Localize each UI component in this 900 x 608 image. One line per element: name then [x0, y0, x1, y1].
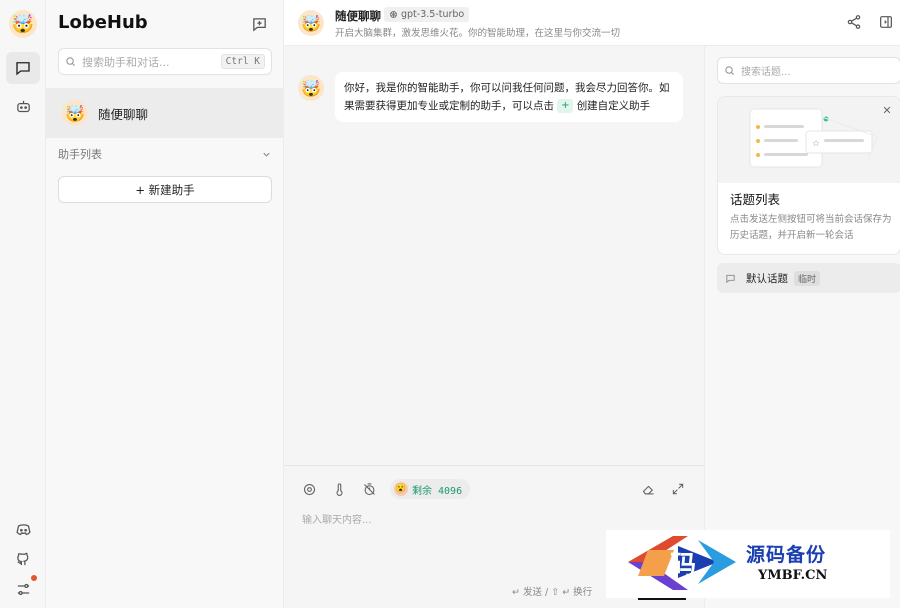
search-shortcut: Ctrl K: [220, 54, 265, 69]
openai-icon: [390, 11, 397, 18]
watermark-logo-char: 码: [670, 551, 696, 581]
topic-name: 默认话题: [746, 272, 788, 285]
search-icon: [66, 57, 76, 67]
model-settings-button[interactable]: [300, 480, 318, 498]
search-placeholder: 搜索助手和对话...: [82, 55, 170, 69]
expand-button[interactable]: [669, 480, 687, 498]
plus-inline-icon: +: [557, 99, 574, 113]
settings-icon: [17, 583, 29, 595]
timer-off-icon: [363, 482, 375, 495]
message-emoji: 🤯: [301, 78, 321, 98]
discord-icon: [15, 523, 31, 535]
chat-icon: [16, 62, 30, 76]
close-icon: [883, 106, 891, 114]
topic-search-input[interactable]: 搜索话题...: [717, 57, 900, 84]
bot-icon: [16, 100, 30, 112]
session-name: 随便聊聊: [98, 106, 149, 122]
brand-logo: LobeHub: [58, 12, 148, 33]
topic-message-icon: [726, 274, 735, 283]
session-avatar: 🤯: [62, 100, 88, 126]
create-assistant-button[interactable]: + 新建助手: [58, 176, 272, 203]
message-line-1: 你好，我是你的智能助手，你可以问我任何问题，我会尽力回答你。如: [344, 82, 670, 94]
assistant-group-header[interactable]: 助手列表: [58, 146, 272, 162]
notification-dot: [31, 575, 37, 581]
share-button[interactable]: [844, 12, 864, 32]
chat-nav-button[interactable]: [6, 52, 40, 84]
expand-icon: [672, 483, 684, 495]
model-name: gpt-3.5-turbo: [401, 9, 465, 20]
user-avatar[interactable]: 🤯: [9, 10, 37, 38]
search-icon: [725, 66, 735, 76]
model-tag[interactable]: gpt-3.5-turbo: [384, 7, 470, 22]
chat-description: 开启大脑集群，激发思维火花。你的智能助理，在这里与你交流一切: [335, 28, 621, 39]
watermark: 码 源码备份 YMBF.CN: [606, 530, 890, 598]
chevron-down-icon: [263, 152, 270, 157]
topic-guide-card: ☆ 话题列表 点击发送左侧按钮可将当前会话保存为历史话题，并开启新一轮会话: [717, 96, 900, 255]
header-avatar: 🤯: [298, 10, 324, 36]
session-emoji: 🤯: [65, 103, 85, 123]
topic-panel: 搜索话题... ☆ 话题列表 点击发送左侧按钮可将当前会话保存为历史话题，并开启…: [704, 46, 900, 608]
message-avatar: 🤯: [298, 75, 324, 101]
session-sidebar: LobeHub 搜索助手和对话... Ctrl K 🤯 随便聊聊 助手列表 + …: [46, 0, 284, 608]
topic-tag: 临时: [794, 270, 821, 286]
group-label: 助手列表: [58, 148, 102, 161]
watermark-en: YMBF.CN: [758, 568, 828, 583]
clear-button[interactable]: [639, 480, 657, 498]
toggle-panel-button[interactable]: [876, 12, 896, 32]
bot-nav-button[interactable]: [6, 90, 40, 122]
topic-search-placeholder: 搜索话题...: [741, 67, 791, 78]
close-card-button[interactable]: [880, 103, 894, 117]
github-icon: [16, 552, 28, 565]
chat-area: 🤯 你好，我是你的智能助手，你可以问我任何问题，我会尽力回答你。如 果需要获得更…: [284, 0, 704, 608]
token-face-icon: 😮: [394, 482, 408, 496]
watermark-cn: 源码备份: [746, 544, 827, 566]
chat-input[interactable]: 输入聊天内容...: [302, 511, 372, 526]
topic-illustration: ☆: [718, 97, 900, 183]
thermometer-icon: [335, 482, 343, 496]
chat-header: 🤯 随便聊聊 gpt-3.5-turbo 开启大脑集群，激发思维火花。你的智能助…: [284, 0, 900, 46]
share-icon: [847, 15, 861, 29]
model-icon: [303, 483, 315, 495]
discord-button[interactable]: [6, 513, 40, 545]
github-button[interactable]: [6, 543, 40, 575]
watermark-logo: 码: [628, 536, 736, 590]
avatar-emoji: 🤯: [11, 13, 35, 35]
message-line-2-post: 创建自定义助手: [576, 100, 651, 112]
message-line-2-pre: 果需要获得更加专业或定制的助手，可以点击: [344, 100, 554, 112]
history-limit-button[interactable]: [360, 480, 378, 498]
token-label: 剩余 4096: [412, 485, 463, 497]
card-description: 点击发送左侧按钮可将当前会话保存为历史话题，并开启新一轮会话: [730, 214, 892, 241]
message-bubble: 你好，我是你的智能助手，你可以问我任何问题，我会尽力回答你。如 果需要获得更加专…: [335, 72, 683, 122]
topic-item[interactable]: 默认话题 临时: [717, 263, 900, 293]
session-search-input[interactable]: 搜索助手和对话... Ctrl K: [58, 48, 272, 75]
token-counter[interactable]: 😮 剩余 4096: [390, 479, 471, 499]
header-emoji: 🤯: [301, 13, 321, 33]
card-title: 话题列表: [730, 192, 781, 207]
svg-text:☆: ☆: [812, 139, 820, 149]
temperature-button[interactable]: [330, 480, 348, 498]
panel-right-icon: [880, 16, 892, 28]
new-chat-button[interactable]: [248, 13, 270, 35]
eraser-icon: [642, 485, 653, 494]
chat-title: 随便聊聊: [335, 9, 381, 23]
nav-rail: 🤯: [0, 0, 46, 608]
new-message-icon: [252, 17, 266, 31]
send-hint: ↵ 发送 / ⇧ ↵ 换行: [512, 587, 593, 598]
session-item[interactable]: 🤯 随便聊聊: [46, 88, 283, 138]
